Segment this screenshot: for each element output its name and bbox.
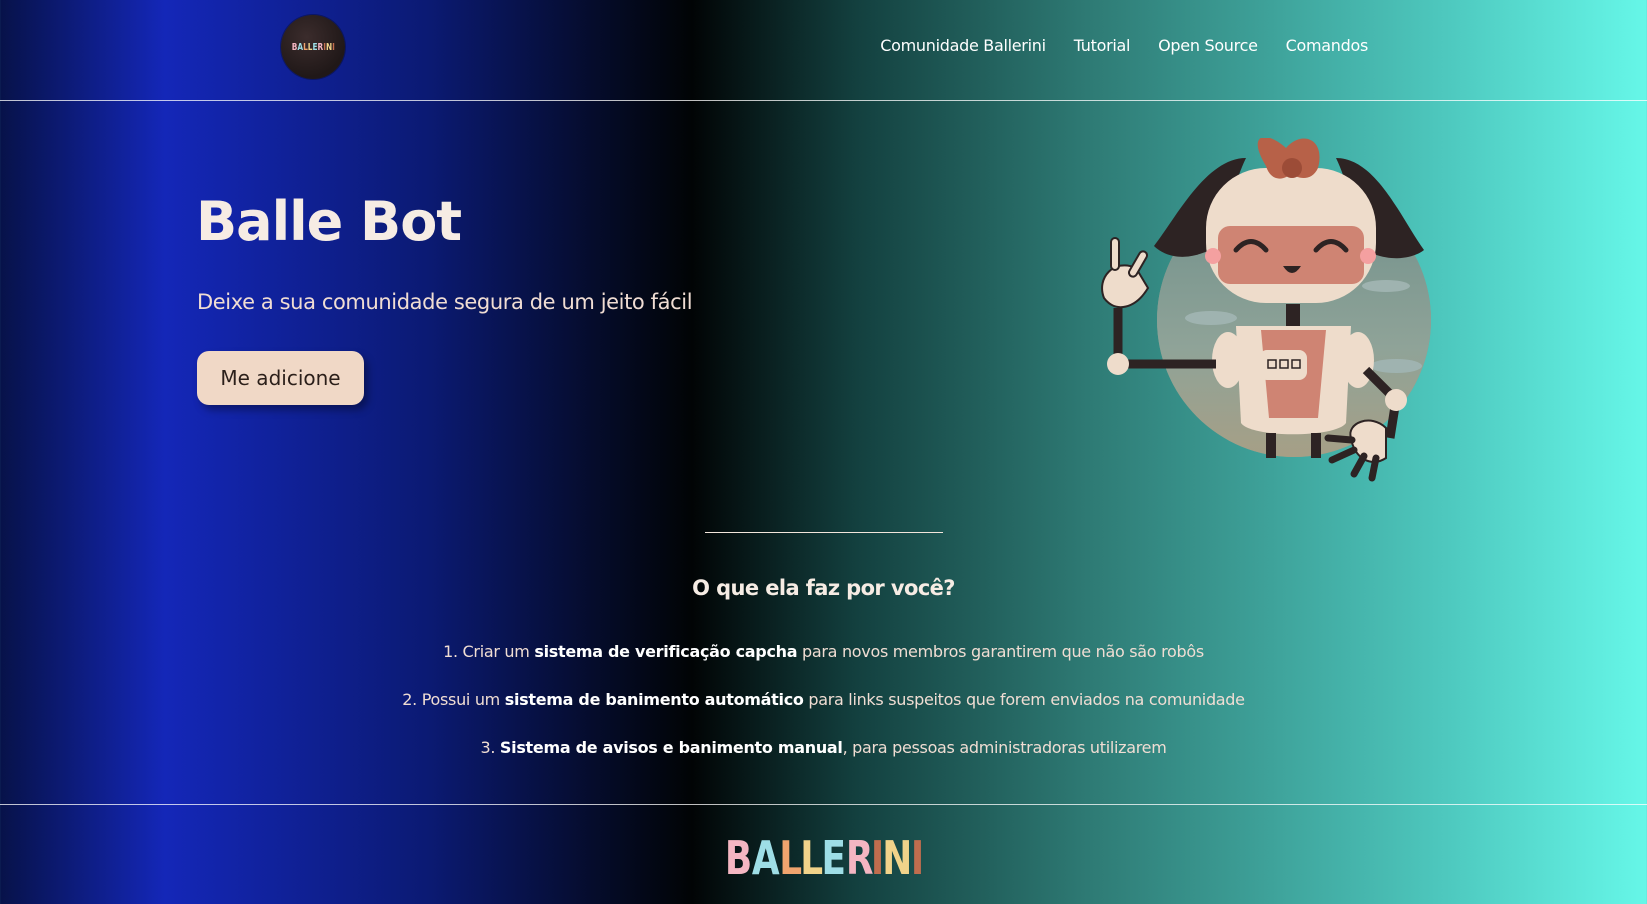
wordmark-letter: L	[800, 831, 824, 885]
hero-title: Balle Bot	[196, 190, 462, 253]
nav-link-comunidade[interactable]: Comunidade Ballerini	[880, 36, 1046, 55]
features-list: 1. Criar um sistema de verificação capch…	[0, 640, 1647, 784]
feature-highlight: sistema de banimento automático	[504, 690, 804, 709]
wordmark-letter: I	[910, 831, 925, 885]
nav-link-tutorial[interactable]: Tutorial	[1074, 36, 1131, 55]
feature-prefix: 1. Criar um	[443, 642, 535, 661]
ballerini-logo[interactable]: BALLERINI	[281, 15, 345, 79]
feature-suffix: para links suspeitos que forem enviados …	[803, 690, 1245, 709]
feature-suffix: , para pessoas administradoras utilizare…	[842, 738, 1167, 757]
wordmark-letter: L	[778, 831, 802, 885]
nav-link-open-source[interactable]: Open Source	[1158, 36, 1258, 55]
feature-prefix: 3.	[480, 738, 500, 757]
feature-item-3: 3. Sistema de avisos e banimento manual,…	[0, 736, 1647, 784]
feature-prefix: 2. Possui um	[402, 690, 505, 709]
feature-item-1: 1. Criar um sistema de verificação capch…	[0, 640, 1647, 688]
wordmark-letter: A	[297, 41, 303, 53]
footer-logo-wordmark[interactable]: BALLERINI	[0, 831, 1647, 885]
wordmark-letter: R	[845, 831, 874, 885]
feature-suffix: para novos membros garantirem que não sã…	[797, 642, 1204, 661]
wordmark-letter: I	[331, 41, 335, 53]
wordmark-letter: L	[302, 41, 308, 53]
feature-highlight: Sistema de avisos e banimento manual	[499, 738, 843, 757]
wordmark-letter: N	[882, 831, 913, 885]
wordmark-letter: E	[312, 41, 318, 53]
wordmark-letter: R	[317, 41, 323, 53]
wordmark-letter: E	[821, 831, 847, 885]
feature-highlight: sistema de verificação capcha	[534, 642, 798, 661]
wordmark-letter: A	[752, 831, 780, 885]
main-nav: Comunidade Ballerini Tutorial Open Sourc…	[880, 36, 1368, 55]
hero-subtitle: Deixe a sua comunidade segura de um jeit…	[197, 290, 693, 314]
nav-link-comandos[interactable]: Comandos	[1286, 36, 1369, 55]
wordmark-letter: N	[325, 41, 332, 53]
add-bot-button[interactable]: Me adicione	[197, 351, 364, 405]
wordmark-letter: L	[307, 41, 313, 53]
wordmark-letter: B	[291, 41, 298, 53]
features-title: O que ela faz por você?	[692, 576, 955, 600]
feature-item-2: 2. Possui um sistema de banimento automá…	[0, 688, 1647, 736]
wordmark-letter: B	[724, 831, 753, 885]
section-divider	[705, 532, 943, 533]
site-footer: BALLERINI	[0, 804, 1647, 904]
logo-text: BALLERINI	[291, 42, 334, 53]
robot-mascot-illustration	[1101, 138, 1431, 482]
site-header: BALLERINI Comunidade Ballerini Tutorial …	[0, 0, 1647, 101]
